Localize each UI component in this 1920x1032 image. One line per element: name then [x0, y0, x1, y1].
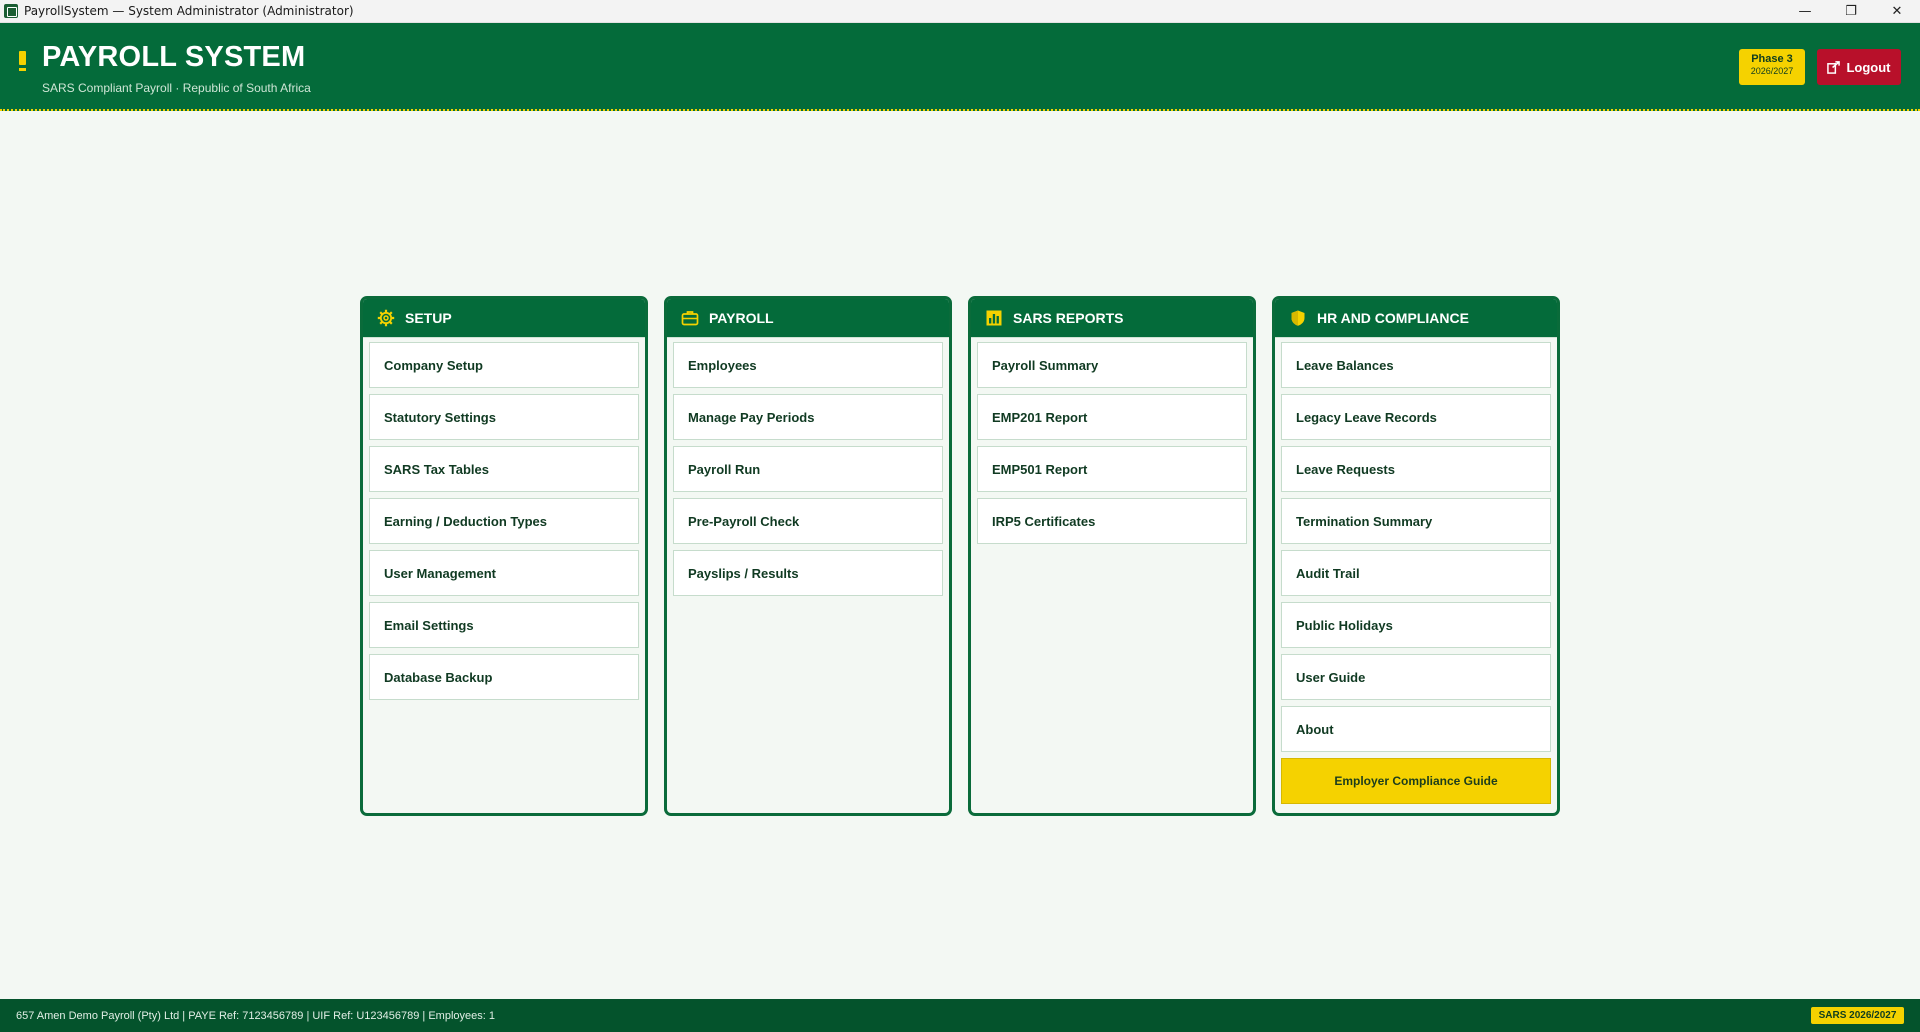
card-sars-reports-items: Payroll Summary EMP201 Report EMP501 Rep…	[971, 338, 1253, 544]
menu-item-database-backup[interactable]: Database Backup	[369, 654, 639, 700]
window-controls: — ❐ ✕	[1782, 0, 1920, 23]
menu-item-payroll-run[interactable]: Payroll Run	[673, 446, 943, 492]
menu-item-employees[interactable]: Employees	[673, 342, 943, 388]
close-button[interactable]: ✕	[1874, 0, 1920, 23]
logout-button[interactable]: Logout	[1817, 49, 1901, 85]
window-title: PayrollSystem — System Administrator (Ad…	[24, 4, 354, 18]
menu-item-irp5-certificates[interactable]: IRP5 Certificates	[977, 498, 1247, 544]
status-text: 657 Amen Demo Payroll (Pty) Ltd | PAYE R…	[16, 1009, 495, 1022]
card-setup-title: SETUP	[405, 310, 452, 326]
card-setup-items: Company Setup Statutory Settings SARS Ta…	[363, 338, 645, 700]
menu-item-audit-trail[interactable]: Audit Trail	[1281, 550, 1551, 596]
card-payroll-items: Employees Manage Pay Periods Payroll Run…	[667, 338, 949, 596]
card-sars-reports-header: SARS REPORTS	[971, 299, 1253, 338]
card-hr-compliance-title: HR AND COMPLIANCE	[1317, 310, 1469, 326]
menu-item-termination-summary[interactable]: Termination Summary	[1281, 498, 1551, 544]
app-subtitle: SARS Compliant Payroll · Republic of Sou…	[42, 81, 311, 95]
exclamation-icon	[19, 51, 26, 71]
gear-icon	[377, 309, 395, 327]
card-sars-reports: SARS REPORTS Payroll Summary EMP201 Repo…	[968, 296, 1256, 816]
menu-item-user-management[interactable]: User Management	[369, 550, 639, 596]
menu-item-legacy-leave-records[interactable]: Legacy Leave Records	[1281, 394, 1551, 440]
menu-item-public-holidays[interactable]: Public Holidays	[1281, 602, 1551, 648]
phase-year: 2026/2027	[1750, 66, 1794, 76]
card-sars-reports-title: SARS REPORTS	[1013, 310, 1124, 326]
logout-label: Logout	[1846, 59, 1891, 75]
app-title: PAYROLL SYSTEM	[42, 41, 306, 73]
menu-item-user-guide[interactable]: User Guide	[1281, 654, 1551, 700]
briefcase-icon	[681, 309, 699, 327]
app-header: PAYROLL SYSTEM SARS Compliant Payroll · …	[0, 23, 1920, 111]
card-setup-header: SETUP	[363, 299, 645, 338]
app-icon	[4, 4, 18, 18]
menu-item-about[interactable]: About	[1281, 706, 1551, 752]
employer-compliance-guide-button[interactable]: Employer Compliance Guide	[1281, 758, 1551, 804]
shield-icon	[1289, 309, 1307, 327]
card-hr-compliance: HR AND COMPLIANCE Leave Balances Legacy …	[1272, 296, 1560, 816]
phase-badge: Phase 3 2026/2027	[1739, 49, 1805, 85]
card-hr-compliance-header: HR AND COMPLIANCE	[1275, 299, 1557, 338]
card-payroll-header: PAYROLL	[667, 299, 949, 338]
menu-item-earning-deduction-types[interactable]: Earning / Deduction Types	[369, 498, 639, 544]
menu-item-statutory-settings[interactable]: Statutory Settings	[369, 394, 639, 440]
logout-icon	[1827, 60, 1841, 74]
menu-item-leave-balances[interactable]: Leave Balances	[1281, 342, 1551, 388]
menu-item-leave-requests[interactable]: Leave Requests	[1281, 446, 1551, 492]
restore-button[interactable]: ❐	[1828, 0, 1874, 23]
menu-item-pre-payroll-check[interactable]: Pre-Payroll Check	[673, 498, 943, 544]
menu-item-payroll-summary[interactable]: Payroll Summary	[977, 342, 1247, 388]
card-payroll-title: PAYROLL	[709, 310, 774, 326]
card-hr-compliance-items: Leave Balances Legacy Leave Records Leav…	[1275, 338, 1557, 804]
menu-item-email-settings[interactable]: Email Settings	[369, 602, 639, 648]
phase-label: Phase 3	[1751, 53, 1793, 65]
menu-item-emp501-report[interactable]: EMP501 Report	[977, 446, 1247, 492]
menu-item-payslips-results[interactable]: Payslips / Results	[673, 550, 943, 596]
menu-item-manage-pay-periods[interactable]: Manage Pay Periods	[673, 394, 943, 440]
minimize-button[interactable]: —	[1782, 0, 1828, 23]
menu-item-company-setup[interactable]: Company Setup	[369, 342, 639, 388]
menu-item-sars-tax-tables[interactable]: SARS Tax Tables	[369, 446, 639, 492]
bar-chart-icon	[985, 309, 1003, 327]
tax-year-badge: SARS 2026/2027	[1811, 1007, 1904, 1024]
status-bar: 657 Amen Demo Payroll (Pty) Ltd | PAYE R…	[0, 999, 1920, 1032]
window-titlebar: PayrollSystem — System Administrator (Ad…	[0, 0, 1920, 23]
menu-item-emp201-report[interactable]: EMP201 Report	[977, 394, 1247, 440]
card-setup: SETUP Company Setup Statutory Settings S…	[360, 296, 648, 816]
card-payroll: PAYROLL Employees Manage Pay Periods Pay…	[664, 296, 952, 816]
